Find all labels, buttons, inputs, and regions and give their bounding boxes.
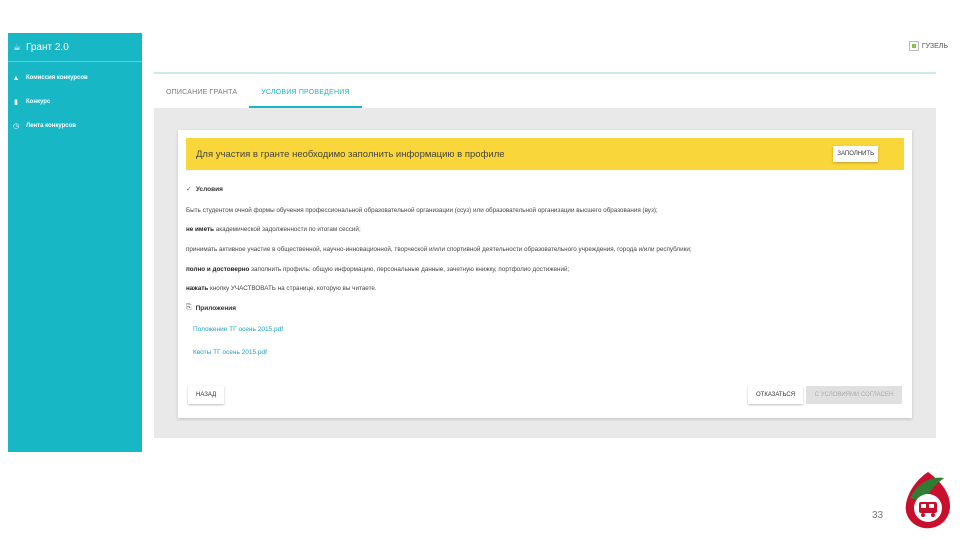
page-number: 33 [872, 510, 884, 521]
tab-grant-description[interactable]: ОПИСАНИЕ ГРАНТА [154, 82, 249, 108]
attachment-link-quotas[interactable]: Квоты ТГ осень 2015.pdf [193, 349, 267, 356]
content-top-strip [154, 72, 936, 74]
conditions-title: Условия [195, 185, 223, 193]
sidebar-item-label: Лента конкурсов [26, 123, 76, 129]
condition-emphasis: полно и достоверно [186, 266, 250, 273]
conditions-heading: ✓ Условия [186, 185, 223, 194]
sidebar-item-contest[interactable]: ▮ Конкурс [8, 90, 142, 114]
condition-emphasis: нажать [186, 285, 209, 292]
avatar [908, 41, 919, 51]
organization-logo-icon [905, 472, 950, 529]
top-bar: ГУЗЕЛЬ [142, 33, 960, 61]
attachments-heading: ⎘ Приложения [186, 304, 236, 312]
user-name: ГУЗЕЛЬ [921, 42, 948, 50]
app-title: Грант 2.0 [26, 41, 69, 53]
condition-text: принимать активное участие в общественно… [186, 246, 692, 253]
clock-icon: ◷ [12, 123, 20, 130]
sidebar-divider [8, 61, 142, 62]
condition-item: полно и достоверно заполнить профиль: об… [186, 266, 569, 273]
condition-text: кнопку УЧАСТВОВАТЬ на странице, которую … [208, 285, 377, 292]
condition-text: академической задолженности по итогам се… [213, 226, 361, 233]
conditions-card: Для участия в гранте необходимо заполнит… [178, 130, 912, 418]
sidebar-item-label: Комиссия конкурсов [26, 75, 88, 81]
person-icon: ▲ [12, 74, 20, 82]
sidebar: ☕ Грант 2.0 ▲ Комиссия конкурсов ▮ Конку… [8, 33, 142, 452]
document-icon: ▮ [14, 99, 18, 106]
paperclip-icon: ⎘ [186, 304, 192, 311]
agree-button[interactable]: С УСЛОВИЯМИ СОГЛАСЕН [806, 386, 902, 404]
condition-text: Быть студентом очной формы обучения проф… [186, 207, 658, 214]
sidebar-item-feed[interactable]: ◷ Лента конкурсов [8, 114, 142, 138]
condition-item: нажать кнопку УЧАСТВОВАТЬ на странице, к… [186, 285, 377, 292]
refuse-button[interactable]: ОТКАЗАТЬСЯ [748, 386, 804, 404]
grant-logo-icon: ☕ [12, 41, 22, 52]
attachments-title: Приложения [195, 304, 237, 312]
checkmark-icon: ✓ [186, 186, 192, 193]
back-button[interactable]: НАЗАД [188, 386, 225, 404]
attachment-link-regulation[interactable]: Положение ТГ осень 2015.pdf [193, 326, 283, 333]
tab-bar: ОПИСАНИЕ ГРАНТА УСЛОВИЯ ПРОВЕДЕНИЯ [154, 82, 936, 108]
sidebar-item-label: Конкурс [26, 99, 51, 105]
sidebar-item-commission[interactable]: ▲ Комиссия конкурсов [8, 66, 142, 90]
app-brand[interactable]: ☕ Грант 2.0 [8, 33, 142, 61]
fill-profile-button[interactable]: ЗАПОЛНИТЬ [833, 146, 878, 162]
condition-item: Быть студентом очной формы обучения проф… [186, 207, 658, 214]
condition-emphasis: не иметь [186, 226, 214, 233]
banner-text: Для участия в гранте необходимо заполнит… [196, 148, 505, 160]
profile-warning-banner: Для участия в гранте необходимо заполнит… [186, 138, 904, 170]
condition-text: заполнить профиль: общую информацию, пер… [249, 266, 570, 273]
tab-conditions[interactable]: УСЛОВИЯ ПРОВЕДЕНИЯ [249, 82, 362, 108]
condition-item: не иметь академической задолженности по … [186, 226, 361, 233]
user-menu[interactable]: ГУЗЕЛЬ [908, 41, 948, 51]
condition-item: принимать активное участие в общественно… [186, 246, 692, 253]
